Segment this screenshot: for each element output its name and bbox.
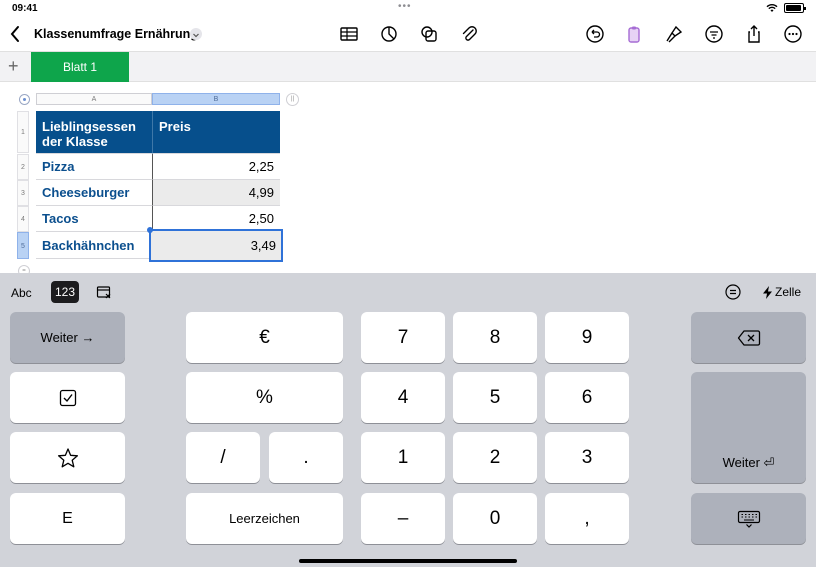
add-sheet-button[interactable]: + bbox=[8, 57, 19, 75]
digit-2-key[interactable]: 2 bbox=[453, 432, 537, 483]
column-header-b[interactable]: B bbox=[152, 93, 280, 105]
delete-key[interactable] bbox=[691, 312, 806, 363]
weiter-return-key[interactable]: Weiter ⏎ bbox=[691, 372, 806, 483]
cell-a3[interactable]: Cheeseburger bbox=[36, 180, 152, 206]
chart-icon[interactable] bbox=[379, 24, 399, 44]
clipboard-icon[interactable] bbox=[624, 24, 644, 44]
table-select-handle[interactable] bbox=[19, 94, 30, 105]
more-icon[interactable] bbox=[783, 24, 803, 44]
tab-blatt-1[interactable]: Blatt 1 bbox=[31, 52, 129, 82]
cell-b4[interactable]: 2,50 bbox=[152, 206, 280, 232]
digit-6-key[interactable]: 6 bbox=[545, 372, 629, 423]
row-header-5[interactable]: 5 bbox=[17, 232, 29, 259]
keyboard-mode-123[interactable]: 123 bbox=[51, 281, 79, 303]
home-indicator[interactable] bbox=[299, 559, 517, 563]
battery-icon bbox=[784, 3, 806, 13]
share-icon[interactable] bbox=[744, 24, 764, 44]
exponent-e-key[interactable]: E bbox=[10, 493, 125, 544]
header-cell-food[interactable]: Lieblingsessen der Klasse bbox=[36, 111, 152, 154]
space-key[interactable]: Leerzeichen bbox=[186, 493, 343, 544]
comma-key[interactable]: , bbox=[545, 493, 629, 544]
digit-1-key[interactable]: 1 bbox=[361, 432, 445, 483]
row-header-3[interactable]: 3 bbox=[17, 180, 29, 206]
digit-7-key[interactable]: 7 bbox=[361, 312, 445, 363]
cell-edit-button[interactable]: Zelle bbox=[763, 285, 801, 299]
weiter-next-key[interactable]: Weiter → bbox=[10, 312, 125, 363]
digit-0-key[interactable]: 0 bbox=[453, 493, 537, 544]
digit-3-key[interactable]: 3 bbox=[545, 432, 629, 483]
row-header-4[interactable]: 4 bbox=[17, 206, 29, 232]
cell-a5[interactable]: Backhähnchen bbox=[36, 232, 152, 259]
hide-keyboard-key[interactable] bbox=[691, 493, 806, 544]
dot-key[interactable]: . bbox=[269, 432, 343, 483]
checkbox-icon bbox=[59, 389, 76, 406]
minus-key[interactable]: – bbox=[361, 493, 445, 544]
formula-icon[interactable] bbox=[725, 284, 741, 300]
add-column-handle[interactable]: || bbox=[286, 93, 299, 106]
percent-key[interactable]: % bbox=[186, 372, 343, 423]
cell-b5-selected[interactable]: 3,49 bbox=[149, 229, 283, 262]
cell-b3[interactable]: 4,99 bbox=[152, 180, 280, 206]
cell-label: Zelle bbox=[775, 285, 802, 299]
cell-a4[interactable]: Tacos bbox=[36, 206, 152, 232]
cell-b2[interactable]: 2,25 bbox=[152, 154, 280, 180]
euro-key[interactable]: € bbox=[186, 312, 343, 363]
row-header-1[interactable]: 1 bbox=[17, 111, 29, 153]
lightning-icon bbox=[763, 285, 772, 299]
cell-a2[interactable]: Pizza bbox=[36, 154, 152, 180]
digit-5-key[interactable]: 5 bbox=[453, 372, 537, 423]
title-chevron-down-icon[interactable] bbox=[190, 28, 202, 40]
selection-handle[interactable] bbox=[147, 227, 153, 233]
wifi-icon bbox=[766, 4, 778, 12]
undo-icon[interactable] bbox=[585, 24, 605, 44]
backspace-icon bbox=[737, 329, 760, 346]
sheet-tab-bar: + Blatt 1 bbox=[0, 51, 816, 82]
digit-8-key[interactable]: 8 bbox=[453, 312, 537, 363]
toolbar: Klassenumfrage Ernährung bbox=[0, 18, 816, 50]
keyboard-dismiss-icon bbox=[737, 510, 760, 528]
star-rating-key[interactable] bbox=[10, 432, 125, 483]
digit-9-key[interactable]: 9 bbox=[545, 312, 629, 363]
back-chevron-icon[interactable] bbox=[8, 24, 22, 44]
row-header-2[interactable]: 2 bbox=[17, 154, 29, 180]
column-header-a[interactable]: A bbox=[36, 93, 152, 105]
document-title[interactable]: Klassenumfrage Ernährung bbox=[34, 27, 198, 41]
digit-4-key[interactable]: 4 bbox=[361, 372, 445, 423]
table-icon[interactable] bbox=[339, 24, 359, 44]
organize-icon[interactable] bbox=[704, 24, 724, 44]
checkbox-key[interactable] bbox=[10, 372, 125, 423]
multitasking-dots-icon[interactable]: ••• bbox=[398, 1, 412, 12]
paperclip-icon[interactable] bbox=[459, 24, 479, 44]
date-duration-icon[interactable] bbox=[96, 284, 112, 300]
keyboard-mode-abc[interactable]: Abc bbox=[11, 286, 32, 300]
status-time: 09:41 bbox=[12, 3, 38, 14]
slash-key[interactable]: / bbox=[186, 432, 260, 483]
shapes-icon[interactable] bbox=[419, 24, 439, 44]
format-brush-icon[interactable] bbox=[664, 24, 684, 44]
star-icon bbox=[57, 447, 78, 467]
header-cell-price[interactable]: Preis bbox=[152, 111, 280, 154]
status-indicators bbox=[766, 3, 806, 13]
